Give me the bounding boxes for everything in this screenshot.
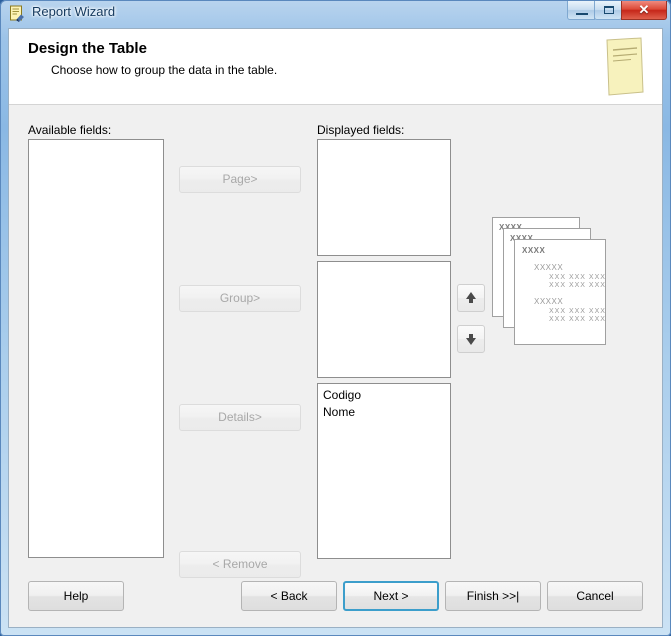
preview-page-title: XXXX bbox=[522, 246, 546, 255]
preview-data-row: XXX XXX XXX bbox=[549, 274, 606, 281]
title-bar[interactable]: Report Wizard ✕ bbox=[0, 0, 671, 27]
group-fields-listbox[interactable] bbox=[317, 261, 451, 378]
minimize-button[interactable] bbox=[567, 1, 595, 20]
window-controls: ✕ bbox=[567, 1, 667, 21]
preview-group-label: XXXXX bbox=[534, 263, 564, 272]
group-button[interactable]: Group> bbox=[179, 285, 301, 312]
preview-data-row: XXX XXX XXX bbox=[549, 282, 606, 289]
help-button[interactable]: Help bbox=[28, 581, 124, 611]
available-fields-listbox[interactable] bbox=[28, 139, 164, 558]
remove-button[interactable]: < Remove bbox=[179, 551, 301, 578]
details-fields-listbox[interactable]: Codigo Nome bbox=[317, 383, 451, 559]
page-title: Design the Table bbox=[28, 40, 147, 57]
maximize-button[interactable] bbox=[594, 1, 622, 20]
displayed-fields-label: Displayed fields: bbox=[317, 123, 405, 137]
minimize-icon bbox=[576, 13, 588, 15]
client-area: Design the Table Choose how to group the… bbox=[8, 28, 663, 628]
yellow-document-icon bbox=[606, 37, 644, 96]
list-item[interactable]: Nome bbox=[318, 403, 450, 420]
back-button[interactable]: < Back bbox=[241, 581, 337, 611]
preview-data-row: XXX XXX XXX bbox=[549, 308, 606, 315]
preview-group-label: XXXXX bbox=[534, 297, 564, 306]
window-title: Report Wizard bbox=[32, 4, 116, 19]
preview-page-front: XXXX XXXXX XXX XXX XXX XXX XXX XXX XXXXX… bbox=[514, 239, 606, 345]
wizard-header: Design the Table Choose how to group the… bbox=[9, 29, 662, 105]
next-button[interactable]: Next > bbox=[343, 581, 439, 611]
available-fields-label: Available fields: bbox=[28, 123, 112, 137]
arrow-up-icon bbox=[466, 292, 476, 303]
maximize-icon bbox=[604, 6, 614, 14]
preview-data-row: XXX XXX XXX bbox=[549, 316, 606, 323]
finish-button[interactable]: Finish >>| bbox=[445, 581, 541, 611]
page-button[interactable]: Page> bbox=[179, 166, 301, 193]
page-subtitle: Choose how to group the data in the tabl… bbox=[51, 63, 278, 77]
report-wizard-icon bbox=[10, 5, 24, 22]
arrow-down-icon bbox=[466, 334, 476, 345]
report-preview-graphic: XXXX XXXX X XXX XXX XX X XX X XX X XX X XX XXX… bbox=[480, 217, 608, 357]
close-icon: ✕ bbox=[638, 2, 650, 17]
report-wizard-window: Report Wizard ✕ Design the Table Choose … bbox=[0, 0, 671, 636]
close-button[interactable]: ✕ bbox=[621, 1, 667, 20]
details-button[interactable]: Details> bbox=[179, 404, 301, 431]
list-item[interactable]: Codigo bbox=[318, 384, 450, 403]
page-fields-listbox[interactable] bbox=[317, 139, 451, 256]
cancel-button[interactable]: Cancel bbox=[547, 581, 643, 611]
